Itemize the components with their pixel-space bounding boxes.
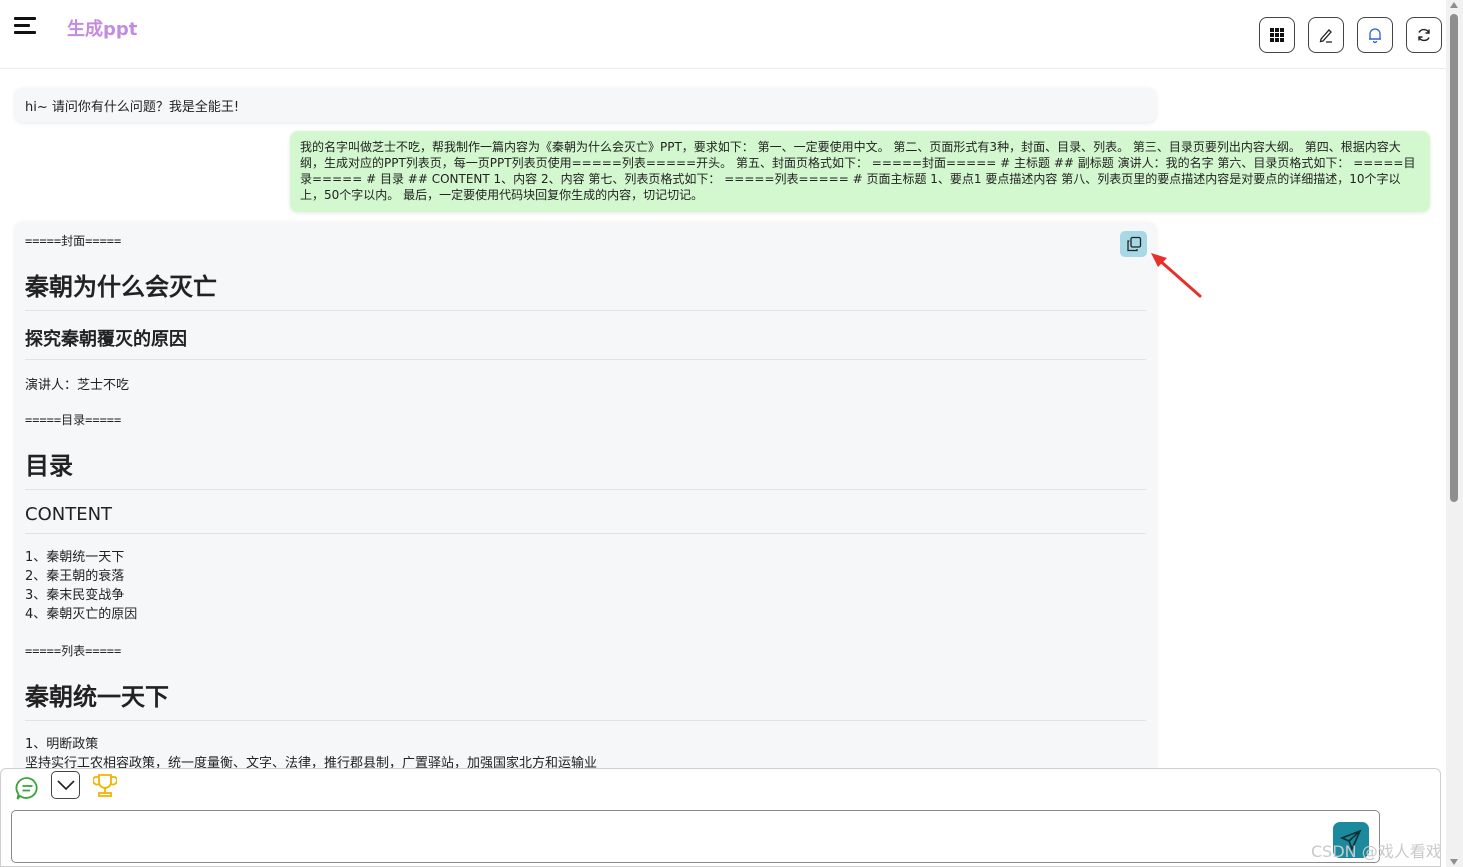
bot-answer-message: =====封面===== 秦朝为什么会灭亡 探究秦朝覆灭的原因 演讲人：芝士不吃… bbox=[15, 222, 1156, 782]
edit-icon bbox=[1319, 29, 1332, 43]
copy-button[interactable] bbox=[1120, 231, 1147, 257]
list-title: 秦朝统一天下 bbox=[25, 677, 1146, 721]
list-item: 1、秦朝统一天下 bbox=[25, 550, 125, 565]
chat-input[interactable] bbox=[11, 810, 1380, 863]
scroll-down-icon[interactable] bbox=[1450, 859, 1458, 865]
speaker-line: 演讲人：芝士不吃 bbox=[25, 378, 130, 393]
list-item: 2、秦王朝的衰落 bbox=[25, 569, 125, 584]
app-title: 生成ppt bbox=[67, 19, 138, 40]
list-marker: =====列表===== bbox=[25, 644, 122, 658]
refresh-icon bbox=[1418, 28, 1430, 42]
bell-icon bbox=[1369, 28, 1381, 44]
trophy-icon[interactable] bbox=[93, 773, 117, 799]
notification-button[interactable] bbox=[1357, 17, 1393, 53]
scrollbar-thumb[interactable] bbox=[1450, 14, 1458, 502]
top-header: 生成ppt bbox=[0, 0, 1446, 69]
copy-icon bbox=[1126, 236, 1141, 252]
collapse-button[interactable] bbox=[51, 771, 80, 799]
toc-subtitle: CONTENT bbox=[25, 504, 1146, 534]
chevron-down-icon bbox=[56, 780, 75, 791]
cover-subtitle: 探究秦朝覆灭的原因 bbox=[25, 325, 1146, 360]
apps-grid-button[interactable] bbox=[1259, 17, 1295, 53]
watermark: CSDN @戏人看戏 bbox=[1311, 842, 1442, 861]
scrollbar[interactable] bbox=[1446, 0, 1463, 867]
scroll-up-icon[interactable] bbox=[1450, 2, 1458, 8]
cover-marker: =====封面===== bbox=[25, 234, 122, 248]
bot-greeting-message: hi~ 请问你有什么问题？我是全能王! bbox=[15, 88, 1156, 122]
apps-grid-icon bbox=[1270, 28, 1284, 42]
list-item: 1、明断政策 bbox=[25, 737, 99, 752]
refresh-button[interactable] bbox=[1406, 17, 1442, 53]
edit-button[interactable] bbox=[1308, 17, 1344, 53]
cover-title: 秦朝为什么会灭亡 bbox=[25, 267, 1146, 311]
toc-title: 目录 bbox=[25, 446, 1146, 490]
chat-bubble-icon[interactable] bbox=[14, 775, 41, 802]
toc-marker: =====目录===== bbox=[25, 413, 122, 427]
list-item: 3、秦末民变战争 bbox=[25, 588, 125, 603]
list-item: 4、秦朝灭亡的原因 bbox=[25, 607, 138, 622]
annotation-arrow-icon bbox=[1151, 253, 1202, 298]
toc-list: 1、秦朝统一天下 2、秦王朝的衰落 3、秦末民变战争 4、秦朝灭亡的原因 bbox=[25, 548, 1146, 624]
menu-icon[interactable] bbox=[12, 14, 38, 38]
user-message: 我的名字叫做芝士不吃，帮我制作一篇内容为《秦朝为什么会灭亡》PPT，要求如下： … bbox=[290, 131, 1430, 212]
